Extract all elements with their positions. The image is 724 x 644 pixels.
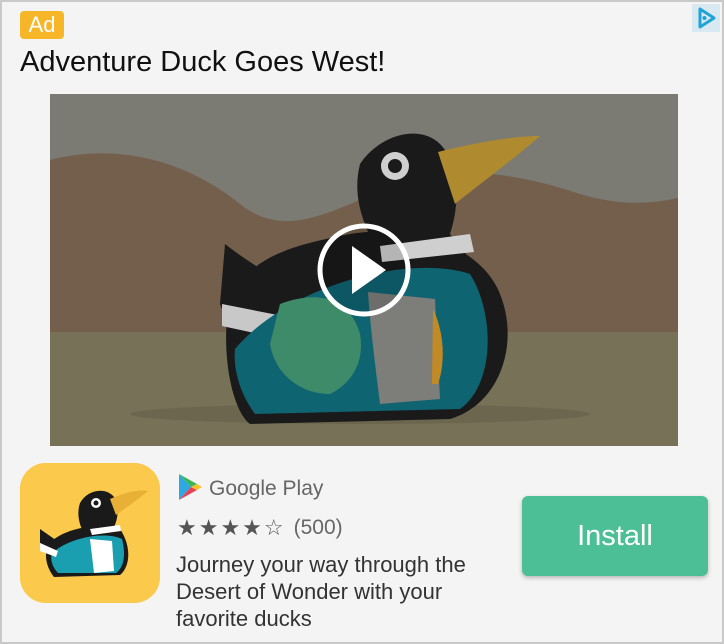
review-count: (500) xyxy=(293,516,343,539)
app-rating: ★★★★☆ (500) xyxy=(177,514,343,542)
duck-app-icon[interactable] xyxy=(20,463,160,603)
adchoices-icon[interactable] xyxy=(692,4,720,32)
store-badge: Google Play xyxy=(177,473,324,506)
rating-stars: ★★★★☆ xyxy=(177,516,286,541)
stars-empty: ☆ xyxy=(263,515,286,541)
install-button[interactable]: Install xyxy=(522,496,708,576)
store-name: Google Play xyxy=(209,477,324,500)
video-thumbnail xyxy=(50,94,678,446)
app-description: Journey your way through the Desert of W… xyxy=(176,552,466,631)
stars-filled: ★★★★ xyxy=(177,515,264,541)
play-icon[interactable] xyxy=(317,223,411,317)
ad-container: Ad Adventure Duck Goes West! Google Play… xyxy=(0,0,724,644)
ad-title[interactable]: Adventure Duck Goes West! xyxy=(20,46,385,79)
video-player[interactable] xyxy=(50,94,678,446)
ad-badge: Ad xyxy=(20,11,64,39)
google-play-logo-icon xyxy=(177,473,203,506)
